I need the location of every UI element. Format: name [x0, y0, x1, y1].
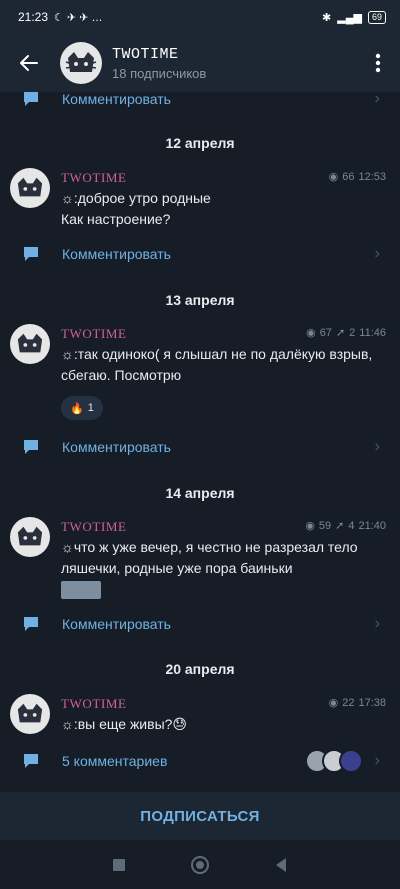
post-author: TWOTIME	[61, 170, 127, 185]
sun-icon: ☼	[61, 539, 74, 555]
post-author: TWOTIME	[61, 696, 127, 711]
channel-avatar[interactable]	[60, 42, 102, 84]
post-time: 21:40	[358, 519, 386, 532]
cat-logo-icon	[17, 333, 43, 353]
post-text: ☼:так одиноко( я слышал не по далёкую вз…	[61, 346, 373, 383]
forward-count: 4	[348, 519, 355, 532]
commenter-avatars	[304, 749, 363, 773]
eye-icon: ◉	[306, 327, 316, 339]
forward-count: 2	[349, 326, 356, 339]
subscriber-count: 18 подписчиков	[112, 65, 207, 81]
post-meta: ◉ 59 ➚ 4 21:40	[305, 519, 386, 533]
cat-logo-icon	[17, 526, 43, 546]
comment-icon	[24, 247, 38, 261]
more-menu-button[interactable]	[366, 48, 390, 78]
date-separator: 20 апреля	[165, 661, 235, 677]
post-time: 12:53	[358, 170, 386, 183]
reaction-count: 1	[87, 402, 94, 414]
reaction-chip[interactable]: 🔥 1	[61, 396, 103, 420]
channel-header: TWOTIME 18 подписчиков	[0, 34, 400, 92]
notification-icons: ☾ ✈ ✈ …	[54, 11, 103, 24]
comment-label: Комментировать	[62, 246, 171, 262]
post-text: ☼что ж уже вечер, я честно не разрезал т…	[61, 537, 381, 605]
comment-label: Комментировать	[62, 616, 171, 632]
home-icon[interactable]	[190, 855, 210, 875]
subscribe-button[interactable]: ПОДПИСАТЬСЯ	[0, 792, 400, 840]
post-avatar	[10, 517, 50, 557]
channel-title[interactable]: TWOTIME	[112, 46, 366, 63]
sun-icon: ☼	[61, 346, 74, 362]
post-meta: ◉ 22 17:38	[328, 696, 386, 710]
forward-icon: ➚	[335, 327, 346, 339]
arrow-left-icon	[20, 55, 38, 71]
comment-label: Комментировать	[62, 92, 171, 107]
post-meta: ◉ 66 12:53	[328, 170, 386, 184]
message-feed[interactable]: Комментировать › 12 апреля TWOTIME ◉ 66 …	[0, 92, 400, 792]
view-count: 22	[342, 696, 355, 709]
post-text: ☼:вы еще живы?😓	[61, 716, 188, 732]
chevron-right-icon: ›	[374, 92, 380, 107]
post-time: 11:46	[359, 326, 386, 339]
channel-post[interactable]: TWOTIME ◉ 59 ➚ 4 21:40 ☼что ж уже вечер,…	[0, 517, 400, 603]
fire-icon: 🔥	[70, 402, 84, 415]
post-author: TWOTIME	[61, 326, 127, 341]
post-avatar	[10, 324, 50, 364]
status-bar: 21:23 ☾ ✈ ✈ … ✱ ▂▄▆ 69	[0, 0, 400, 34]
comment-row[interactable]: Комментировать ›	[0, 240, 400, 268]
cat-logo-icon	[65, 52, 97, 72]
view-count: 67	[319, 326, 332, 339]
forward-icon: ➚	[335, 520, 345, 532]
system-nav-bar	[0, 840, 400, 889]
comment-icon	[24, 92, 38, 106]
comment-row[interactable]: Комментировать ›	[0, 610, 400, 638]
chevron-right-icon: ›	[374, 245, 380, 262]
subscribe-label: ПОДПИСАТЬСЯ	[140, 807, 260, 825]
chevron-right-icon: ›	[374, 438, 380, 455]
cat-logo-icon	[17, 177, 43, 197]
sticker-thumbnail[interactable]	[61, 581, 101, 599]
date-separator: 13 апреля	[165, 292, 235, 308]
comment-label: 5 комментариев	[62, 753, 168, 769]
sun-icon: ☼	[61, 716, 74, 732]
chevron-right-icon: ›	[374, 615, 380, 632]
post-text: ☼:доброе утро родные Как настроение?	[61, 190, 211, 227]
channel-post[interactable]: TWOTIME ◉ 66 12:53 ☼:доброе утро родные …	[0, 168, 400, 232]
status-time: 21:23	[18, 10, 49, 24]
battery-icon: 69	[367, 10, 386, 24]
recent-apps-icon[interactable]	[112, 858, 126, 872]
comment-row[interactable]: 5 комментариев ›	[0, 747, 400, 775]
post-avatar	[10, 168, 50, 208]
view-count: 66	[342, 170, 355, 183]
post-time: 17:38	[358, 696, 386, 709]
date-separator: 14 апреля	[165, 485, 235, 501]
eye-icon: ◉	[328, 697, 339, 709]
channel-post[interactable]: TWOTIME ◉ 22 17:38 ☼:вы еще живы?😓	[0, 694, 400, 744]
eye-icon: ◉	[305, 520, 315, 532]
comment-icon	[24, 754, 38, 768]
comment-icon	[24, 617, 38, 631]
more-vertical-icon	[375, 53, 381, 73]
post-author: TWOTIME	[61, 519, 127, 534]
commenter-avatar	[338, 749, 363, 773]
chevron-right-icon: ›	[374, 752, 380, 769]
back-button[interactable]	[14, 48, 44, 78]
bluetooth-icon: ✱	[322, 11, 332, 24]
post-meta: ◉ 67 ➚ 2 11:46	[306, 326, 386, 340]
view-count: 59	[318, 519, 332, 532]
eye-icon: ◉	[328, 171, 339, 183]
comment-icon	[24, 440, 38, 454]
signal-icon: ▂▄▆	[337, 11, 362, 24]
back-nav-icon[interactable]	[274, 857, 288, 873]
comment-label: Комментировать	[62, 439, 171, 455]
comment-row[interactable]: Комментировать ›	[0, 433, 400, 461]
cat-logo-icon	[17, 703, 43, 723]
sun-icon: ☼	[61, 190, 74, 206]
comment-row[interactable]: Комментировать ›	[0, 92, 400, 113]
date-separator: 12 апреля	[165, 135, 235, 151]
channel-post[interactable]: TWOTIME ◉ 67 ➚ 2 11:46 ☼:так одиноко( я …	[0, 324, 400, 424]
post-avatar	[10, 694, 50, 734]
